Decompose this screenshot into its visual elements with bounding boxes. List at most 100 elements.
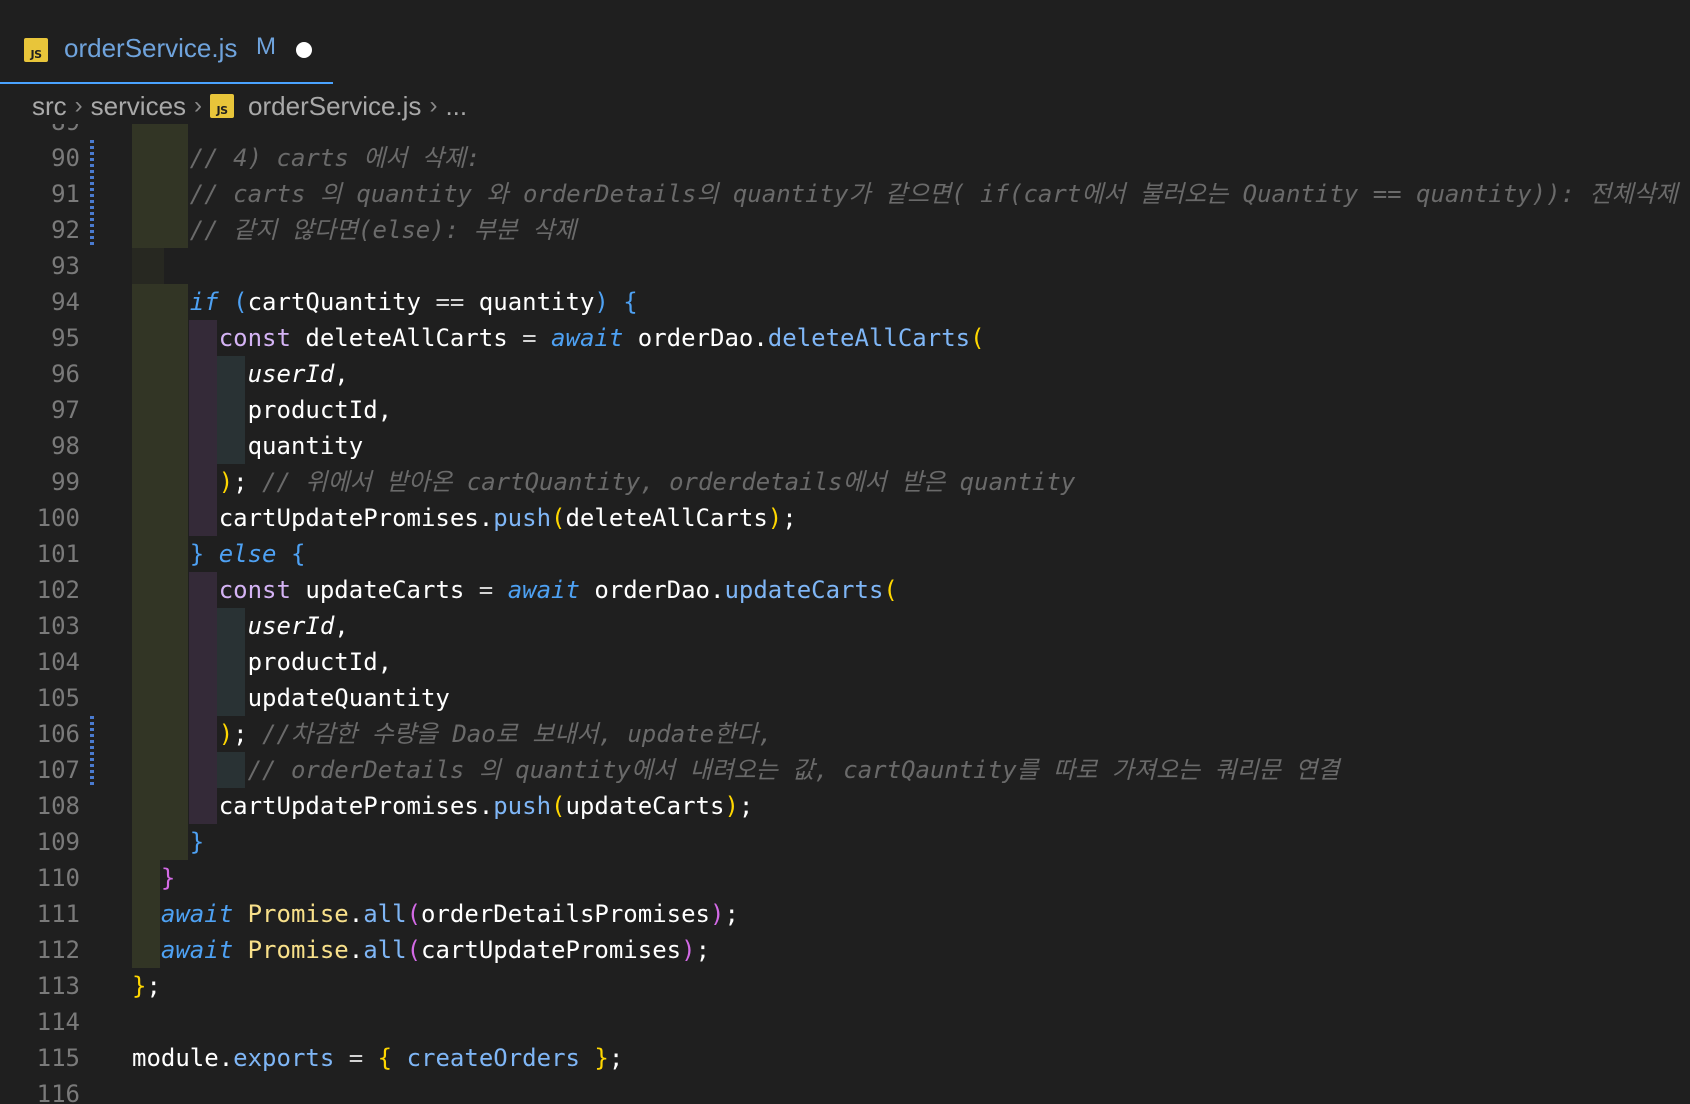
line-number: 91 xyxy=(51,180,80,208)
code-text: userId, xyxy=(190,356,349,392)
code-line[interactable]: 101} else { xyxy=(0,536,1690,572)
code-token: updateCarts xyxy=(724,576,884,604)
code-token: createOrders xyxy=(406,1044,580,1072)
code-line[interactable]: 96 userId, xyxy=(0,356,1690,392)
code-line[interactable]: 116 xyxy=(0,1076,1690,1104)
modified-status-badge: M xyxy=(256,33,276,60)
code-line[interactable]: 90 // 4) carts 에서 삭제: xyxy=(0,140,1690,176)
indent-guide xyxy=(132,896,160,932)
code-editor[interactable]: 89 90 // 4) carts 에서 삭제: 91 // carts 의 quant… xyxy=(0,124,1690,1104)
line-number: 106 xyxy=(36,720,80,748)
breadcrumb-services[interactable]: services xyxy=(91,91,186,122)
indent-guide xyxy=(132,752,160,788)
code-line[interactable]: 113}; xyxy=(0,968,1690,1004)
code-text: updateQuantity xyxy=(190,680,450,716)
modified-line-marker[interactable] xyxy=(90,176,94,212)
unsaved-dot-icon[interactable] xyxy=(296,42,312,58)
line-number: 95 xyxy=(51,324,80,352)
line-number: 107 xyxy=(36,756,80,784)
line-number: 93 xyxy=(51,252,80,280)
code-line[interactable]: 108 cartUpdatePromises.push(updateCarts)… xyxy=(0,788,1690,824)
code-line[interactable]: 93 xyxy=(0,248,1690,284)
line-number: 96 xyxy=(51,360,80,388)
line-number: 114 xyxy=(36,1008,80,1036)
breadcrumb-symbol[interactable]: ... xyxy=(445,91,467,122)
code-line[interactable]: 114 xyxy=(0,1004,1690,1040)
code-token: ) xyxy=(681,936,696,964)
javascript-file-icon: JS xyxy=(210,94,235,118)
code-text: // 같지 않다면(else): 부분 삭제 xyxy=(190,212,577,248)
indent-guide xyxy=(160,644,188,680)
code-token: } xyxy=(189,828,205,856)
code-line[interactable]: 98 quantity xyxy=(0,428,1690,464)
code-line[interactable]: 91 // carts 의 quantity 와 orderDetails의 qu… xyxy=(0,176,1690,212)
code-token: ; xyxy=(233,468,263,496)
code-token: ( xyxy=(406,900,422,928)
code-line[interactable]: 104 productId, xyxy=(0,644,1690,680)
indent-guide xyxy=(160,124,188,140)
code-line[interactable]: 103 userId, xyxy=(0,608,1690,644)
code-line[interactable]: 107 // orderDetails 의 quantity에서 내려오는 값,… xyxy=(0,752,1690,788)
code-line[interactable]: 92 // 같지 않다면(else): 부분 삭제 xyxy=(0,212,1690,248)
code-token: ; xyxy=(233,720,263,748)
code-line[interactable]: 100 cartUpdatePromises.push(deleteAllCar… xyxy=(0,500,1690,536)
code-token: ) xyxy=(218,468,234,496)
indent-guide xyxy=(132,572,160,608)
code-token: ( xyxy=(233,288,248,316)
line-number: 115 xyxy=(36,1044,80,1072)
code-line[interactable]: 112 await Promise.all(cartUpdatePromises)… xyxy=(0,932,1690,968)
code-line[interactable]: 111 await Promise.all(orderDetailsPromise… xyxy=(0,896,1690,932)
indent-guide xyxy=(160,284,188,320)
code-line[interactable]: 109} xyxy=(0,824,1690,860)
code-line[interactable]: 115 module.exports = { createOrders }; xyxy=(0,1040,1690,1076)
breadcrumb: src › services › JS orderService.js › ..… xyxy=(32,90,467,122)
modified-line-marker[interactable] xyxy=(90,716,94,752)
code-token: = xyxy=(522,324,552,352)
code-token: // 같지 않다면(else): 부분 삭제 xyxy=(189,216,577,244)
indent-guide xyxy=(132,284,160,320)
code-token: cartQuantity xyxy=(247,288,421,316)
modified-line-marker[interactable] xyxy=(90,752,94,788)
code-text: cartUpdatePromises.push(updateCarts); xyxy=(190,788,754,824)
indent-guide xyxy=(132,608,160,644)
code-token: ; xyxy=(724,900,739,928)
code-token: Promise xyxy=(247,900,349,928)
indent-guide xyxy=(132,788,160,824)
tab-bar: JS orderService.js M xyxy=(0,0,1690,84)
code-line[interactable]: 106 ); //차감한 수량을 Dao로 보내서, update한다, xyxy=(0,716,1690,752)
code-line[interactable]: 95 const deleteAllCarts = await orderDao… xyxy=(0,320,1690,356)
line-number: 108 xyxy=(36,792,80,820)
code-token: await xyxy=(551,324,624,352)
indent-guide xyxy=(160,716,188,752)
code-token: userId xyxy=(189,612,335,640)
code-line[interactable]: 102 const updateCarts = await orderDao.u… xyxy=(0,572,1690,608)
line-number: 113 xyxy=(36,972,80,1000)
code-token: updateQuantity xyxy=(189,684,450,712)
tab-orderservice[interactable]: JS orderService.js M xyxy=(0,20,333,84)
breadcrumb-src[interactable]: src xyxy=(32,91,67,122)
code-line[interactable]: 89 xyxy=(0,124,1690,140)
modified-line-marker[interactable] xyxy=(90,140,94,176)
code-token: } xyxy=(189,540,205,568)
code-text: ); //차감한 수량을 Dao로 보내서, update한다, xyxy=(190,716,773,752)
indent-guide xyxy=(132,176,160,212)
code-token: // 4) carts 에서 삭제: xyxy=(189,144,481,172)
code-line[interactable]: 99 ); // 위에서 받아온 cartQuantity, orderdeta… xyxy=(0,464,1690,500)
code-line[interactable]: 110} xyxy=(0,860,1690,896)
line-number: 97 xyxy=(51,396,80,424)
breadcrumb-file[interactable]: orderService.js xyxy=(248,91,421,122)
indent-guide xyxy=(132,356,160,392)
code-line[interactable]: 105 updateQuantity xyxy=(0,680,1690,716)
indent-guide xyxy=(132,644,160,680)
code-token: deleteAllCarts xyxy=(565,504,768,532)
code-token: quantity xyxy=(478,288,595,316)
indent-guide xyxy=(132,680,160,716)
code-token: const xyxy=(189,576,291,604)
code-line[interactable]: 94 if (cartQuantity == quantity) { xyxy=(0,284,1690,320)
modified-line-marker[interactable] xyxy=(90,212,94,248)
code-line[interactable]: 97 productId, xyxy=(0,392,1690,428)
